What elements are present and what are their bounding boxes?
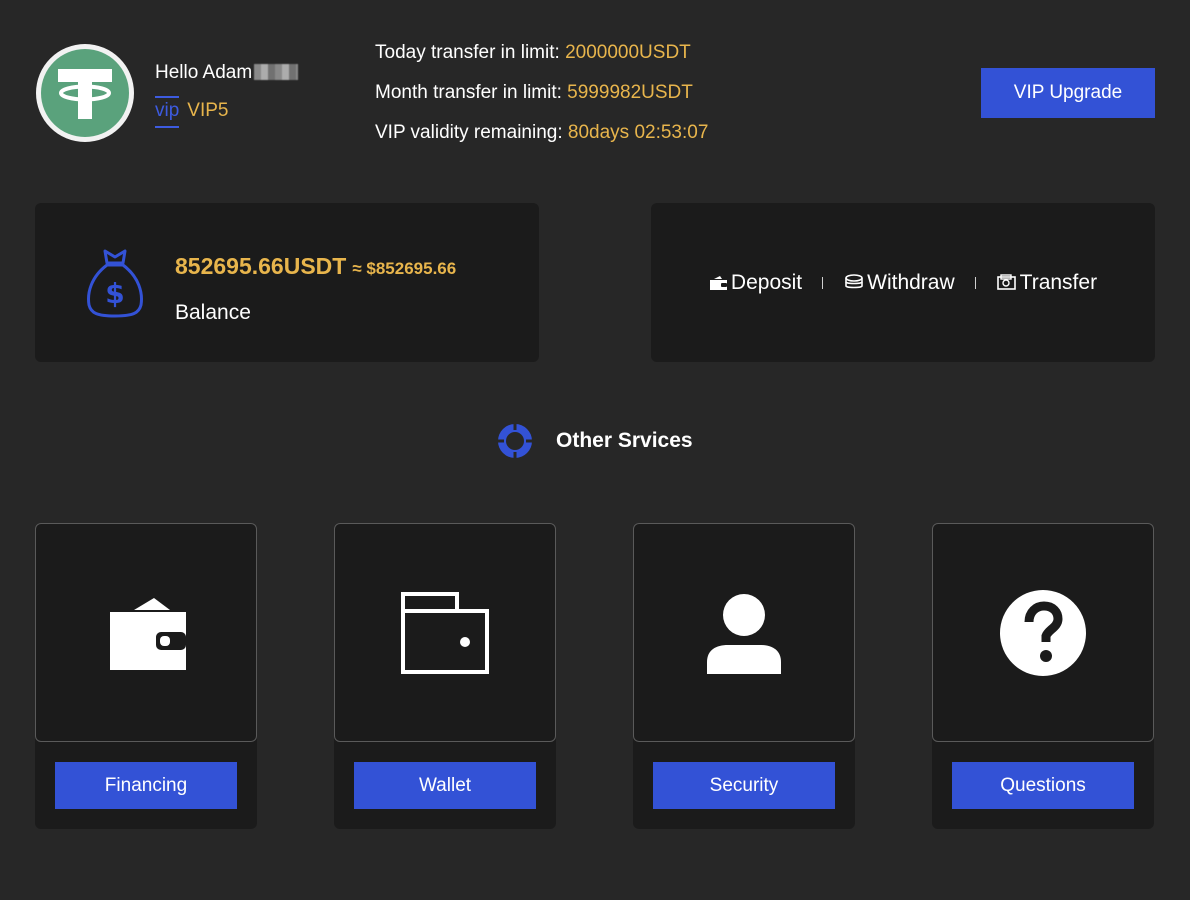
service-card-security: Security <box>633 523 855 829</box>
vip-upgrade-button[interactable]: VIP Upgrade <box>981 68 1155 118</box>
service-card-financing: Financing <box>35 523 257 829</box>
divider <box>822 276 824 289</box>
vip-validity-value: 80days 02:53:07 <box>567 122 709 143</box>
financing-button[interactable]: Financing <box>55 762 237 809</box>
wallet-button[interactable]: Wallet <box>354 762 536 809</box>
balance-label: Balance <box>175 301 251 324</box>
transfer-icon <box>996 273 1016 290</box>
deposit-link[interactable]: Deposit <box>709 271 802 295</box>
account-page: Hello Adam vip VIP5 Today transfer in lim… <box>0 0 1190 900</box>
balance-panel: $ 852695.66USDT ≈ $852695.66 Balance <box>35 203 539 362</box>
month-limit-value: 5999982USDT <box>567 82 693 103</box>
greeting-text: Hello Adam <box>155 62 253 83</box>
other-services-heading: Other Srvices <box>498 424 693 458</box>
redacted-name <box>254 64 299 80</box>
today-limit-value: 2000000USDT <box>565 42 691 63</box>
divider <box>974 276 976 289</box>
svg-text:$: $ <box>105 277 124 310</box>
transfer-link[interactable]: Transfer <box>996 271 1097 295</box>
service-icon-box <box>633 523 855 742</box>
question-icon <box>1000 589 1086 676</box>
transfer-limits: Today transfer in limit: 2000000USDT Mon… <box>375 40 708 160</box>
wallet-filled-icon <box>110 597 186 670</box>
balance-usdt: 852695.66USDT <box>175 253 347 279</box>
vip-level: VIP5 <box>187 100 229 121</box>
vip-validity-label: VIP validity remaining: <box>375 122 568 143</box>
withdraw-label: Withdraw <box>867 270 955 294</box>
service-icon-box <box>334 523 556 742</box>
service-icon-box <box>35 523 257 742</box>
vip-tag: vip <box>155 96 180 128</box>
actions-row: Deposit Withdraw Transfer <box>651 203 1155 362</box>
deposit-label: Deposit <box>730 270 803 294</box>
month-limit-row: Month transfer in limit: 5999982USDT <box>375 80 708 120</box>
wallet-icon <box>709 275 727 290</box>
wallet-outline-icon <box>401 591 489 674</box>
service-card-wallet: Wallet <box>334 523 556 829</box>
user-icon <box>707 593 781 674</box>
actions-panel: Deposit Withdraw Transfer <box>651 203 1155 362</box>
service-card-questions: Questions <box>932 523 1154 829</box>
security-button[interactable]: Security <box>653 762 835 809</box>
withdraw-link[interactable]: Withdraw <box>843 271 955 295</box>
transfer-label: Transfer <box>1019 270 1098 294</box>
vip-status: vip VIP5 <box>155 96 229 128</box>
money-bag-icon: $ <box>87 249 143 318</box>
lifebuoy-icon <box>498 424 532 458</box>
today-limit-label: Today transfer in limit: <box>375 42 566 63</box>
today-limit-row: Today transfer in limit: 2000000USDT <box>375 40 708 80</box>
month-limit-label: Month transfer in limit: <box>375 82 568 103</box>
other-services-title: Other Srvices <box>556 429 693 452</box>
vip-validity-row: VIP validity remaining: 80days 02:53:07 <box>375 120 708 160</box>
tether-icon <box>41 49 129 137</box>
coins-icon <box>845 273 863 288</box>
tether-logo-avatar <box>36 44 134 142</box>
balance-amount: 852695.66USDT ≈ $852695.66 <box>175 253 456 280</box>
service-icon-box <box>932 523 1154 742</box>
greeting: Hello Adam <box>155 62 299 84</box>
balance-usd-approx: ≈ $852695.66 <box>352 259 457 278</box>
questions-button[interactable]: Questions <box>952 762 1134 809</box>
